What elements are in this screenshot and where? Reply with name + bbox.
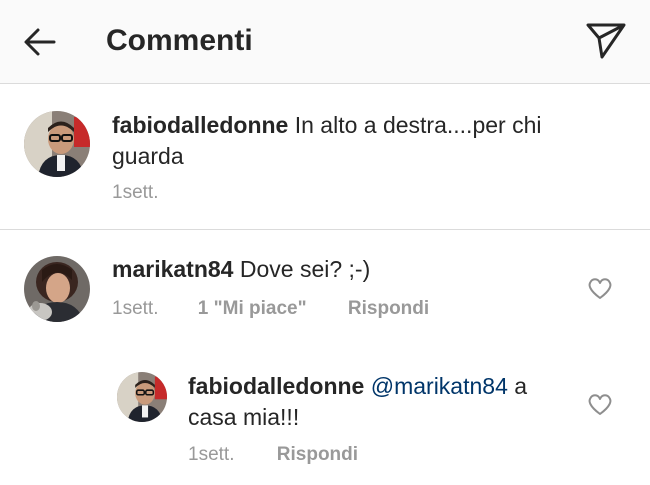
reply-username[interactable]: fabiodalledonne bbox=[188, 373, 364, 399]
reply-meta: 1sett. Rispondi bbox=[188, 443, 358, 467]
avatar[interactable] bbox=[24, 256, 90, 322]
reply-body-line2: casa mia!!! bbox=[188, 404, 300, 430]
like-button[interactable] bbox=[587, 393, 613, 417]
page-title: Commenti bbox=[106, 24, 253, 57]
reply-time: 1sett. bbox=[188, 444, 235, 465]
caption-meta: 1sett. bbox=[112, 181, 158, 205]
caption-time: 1sett. bbox=[112, 182, 159, 203]
avatar[interactable] bbox=[24, 111, 90, 177]
likes-count[interactable]: 1 "Mi piace" bbox=[198, 297, 307, 321]
paper-plane-icon bbox=[586, 23, 626, 59]
comment-body: Dove sei? ;-) bbox=[239, 256, 371, 282]
comment-time: 1sett. bbox=[112, 298, 159, 319]
caption-body-line2: guarda bbox=[112, 143, 184, 169]
comment-text: marikatn84 Dove sei? ;-) bbox=[112, 254, 562, 285]
arrow-left-icon bbox=[24, 28, 56, 56]
comment-meta: 1sett. 1 "Mi piace" Rispondi bbox=[112, 297, 429, 321]
heart-icon bbox=[588, 394, 612, 415]
caption-text: fabiodalledonne In alto a destra....per … bbox=[112, 110, 612, 172]
like-button[interactable] bbox=[587, 277, 613, 301]
comment-username[interactable]: marikatn84 bbox=[112, 256, 233, 282]
mention-link[interactable]: @marikatn84 bbox=[371, 373, 508, 399]
reply-body: a bbox=[514, 373, 528, 399]
reply-button[interactable]: Rispondi bbox=[277, 443, 358, 467]
reply-text: fabiodalledonne @marikatn84 a casa mia!!… bbox=[188, 371, 568, 433]
caption-body: In alto a destra....per chi bbox=[294, 112, 542, 138]
top-bar: Commenti bbox=[0, 0, 650, 84]
share-button[interactable] bbox=[584, 21, 628, 61]
reply-button[interactable]: Rispondi bbox=[348, 297, 429, 321]
caption-username[interactable]: fabiodalledonne bbox=[112, 112, 288, 138]
back-button[interactable] bbox=[22, 24, 58, 60]
heart-icon bbox=[588, 278, 612, 299]
avatar[interactable] bbox=[117, 372, 167, 422]
